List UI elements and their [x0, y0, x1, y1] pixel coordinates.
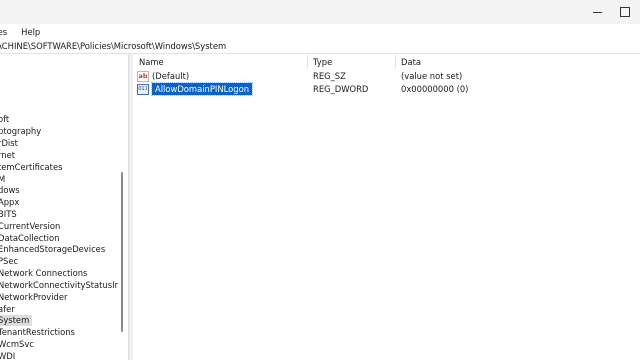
string-value-icon: ab: [137, 70, 149, 82]
values-list: Name Type Data ab (Default) REG_SZ (valu…: [133, 54, 640, 360]
tree-item[interactable]: NetworkConnectivityStatusInd: [0, 280, 125, 291]
tree-item[interactable]: rnet: [0, 150, 15, 161]
tree-scrollbar-thumb[interactable]: [121, 172, 123, 332]
key-tree: oft ptography rDist rnet temCertificates…: [0, 54, 128, 360]
column-separator[interactable]: [395, 55, 396, 69]
tree-item-selected[interactable]: System: [0, 315, 33, 326]
maximize-icon[interactable]: [614, 4, 636, 20]
column-separator[interactable]: [307, 55, 308, 69]
tree-item[interactable]: M: [0, 174, 5, 185]
column-header-data[interactable]: Data: [401, 56, 421, 68]
tree-item[interactable]: CurrentVersion: [0, 221, 60, 232]
tree-item[interactable]: oft: [0, 114, 9, 125]
tree-item[interactable]: NetworkProvider: [0, 292, 67, 303]
tree-item[interactable]: WcmSvc: [0, 339, 34, 350]
window-titlebar: [0, 0, 640, 24]
value-row-selected[interactable]: 011 AllowDomainPINLogon REG_DWORD 0x0000…: [133, 82, 640, 96]
binary-value-icon: 011: [137, 83, 149, 95]
column-header-type[interactable]: Type: [313, 56, 332, 68]
tree-item[interactable]: afer: [0, 304, 15, 315]
value-row[interactable]: ab (Default) REG_SZ (value not set): [133, 70, 640, 82]
tree-item[interactable]: rDist: [0, 138, 18, 149]
value-name: AllowDomainPINLogon: [150, 82, 254, 96]
tree-item[interactable]: PSec: [0, 256, 18, 267]
tree-item[interactable]: WDI: [0, 351, 15, 360]
menu-favorites[interactable]: ites: [0, 27, 13, 37]
menu-bar: ites Help: [0, 24, 640, 39]
tree-item[interactable]: EnhancedStorageDevices: [0, 244, 105, 255]
value-type: REG_DWORD: [313, 84, 369, 94]
value-name-cell: ab (Default): [137, 70, 189, 82]
value-name: (Default): [152, 71, 190, 81]
value-type: REG_SZ: [313, 71, 346, 81]
value-data: 0x00000000 (0): [401, 84, 469, 94]
address-bar[interactable]: MACHINE\SOFTWARE\Policies\Microsoft\Wind…: [0, 39, 640, 54]
menu-help[interactable]: Help: [21, 27, 46, 37]
minimize-icon[interactable]: [586, 4, 608, 20]
value-data: (value not set): [401, 71, 463, 81]
address-path: MACHINE\SOFTWARE\Policies\Microsoft\Wind…: [0, 41, 227, 51]
tree-item[interactable]: ptography: [0, 126, 41, 137]
tree-item[interactable]: TenantRestrictions: [0, 327, 75, 338]
tree-item[interactable]: BITS: [0, 209, 17, 220]
tree-item[interactable]: Network Connections: [0, 268, 87, 279]
column-header-name[interactable]: Name: [139, 56, 164, 68]
value-name-cell: 011 AllowDomainPINLogon: [137, 82, 254, 96]
tree-item[interactable]: Appx: [0, 197, 19, 208]
tree-item[interactable]: temCertificates: [0, 162, 62, 173]
tree-item[interactable]: DataCollection: [0, 233, 59, 244]
tree-item[interactable]: dows: [0, 185, 20, 196]
